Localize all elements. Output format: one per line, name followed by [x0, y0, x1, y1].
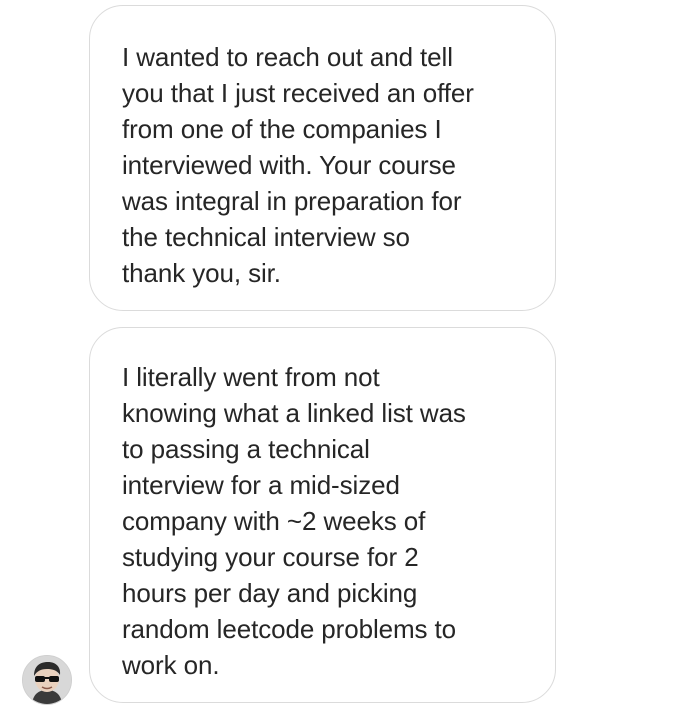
message-bubble[interactable]: I literally went from not knowing what a… [89, 327, 556, 703]
message-text: I literally went from not knowing what a… [122, 362, 466, 680]
message-thread: I wanted to reach out and tell you that … [0, 0, 691, 714]
message-bubble[interactable]: I wanted to reach out and tell you that … [89, 5, 556, 311]
user-avatar-with-sunglasses-icon [23, 656, 71, 704]
message-text: I wanted to reach out and tell you that … [122, 42, 474, 288]
sender-avatar[interactable] [22, 655, 72, 705]
